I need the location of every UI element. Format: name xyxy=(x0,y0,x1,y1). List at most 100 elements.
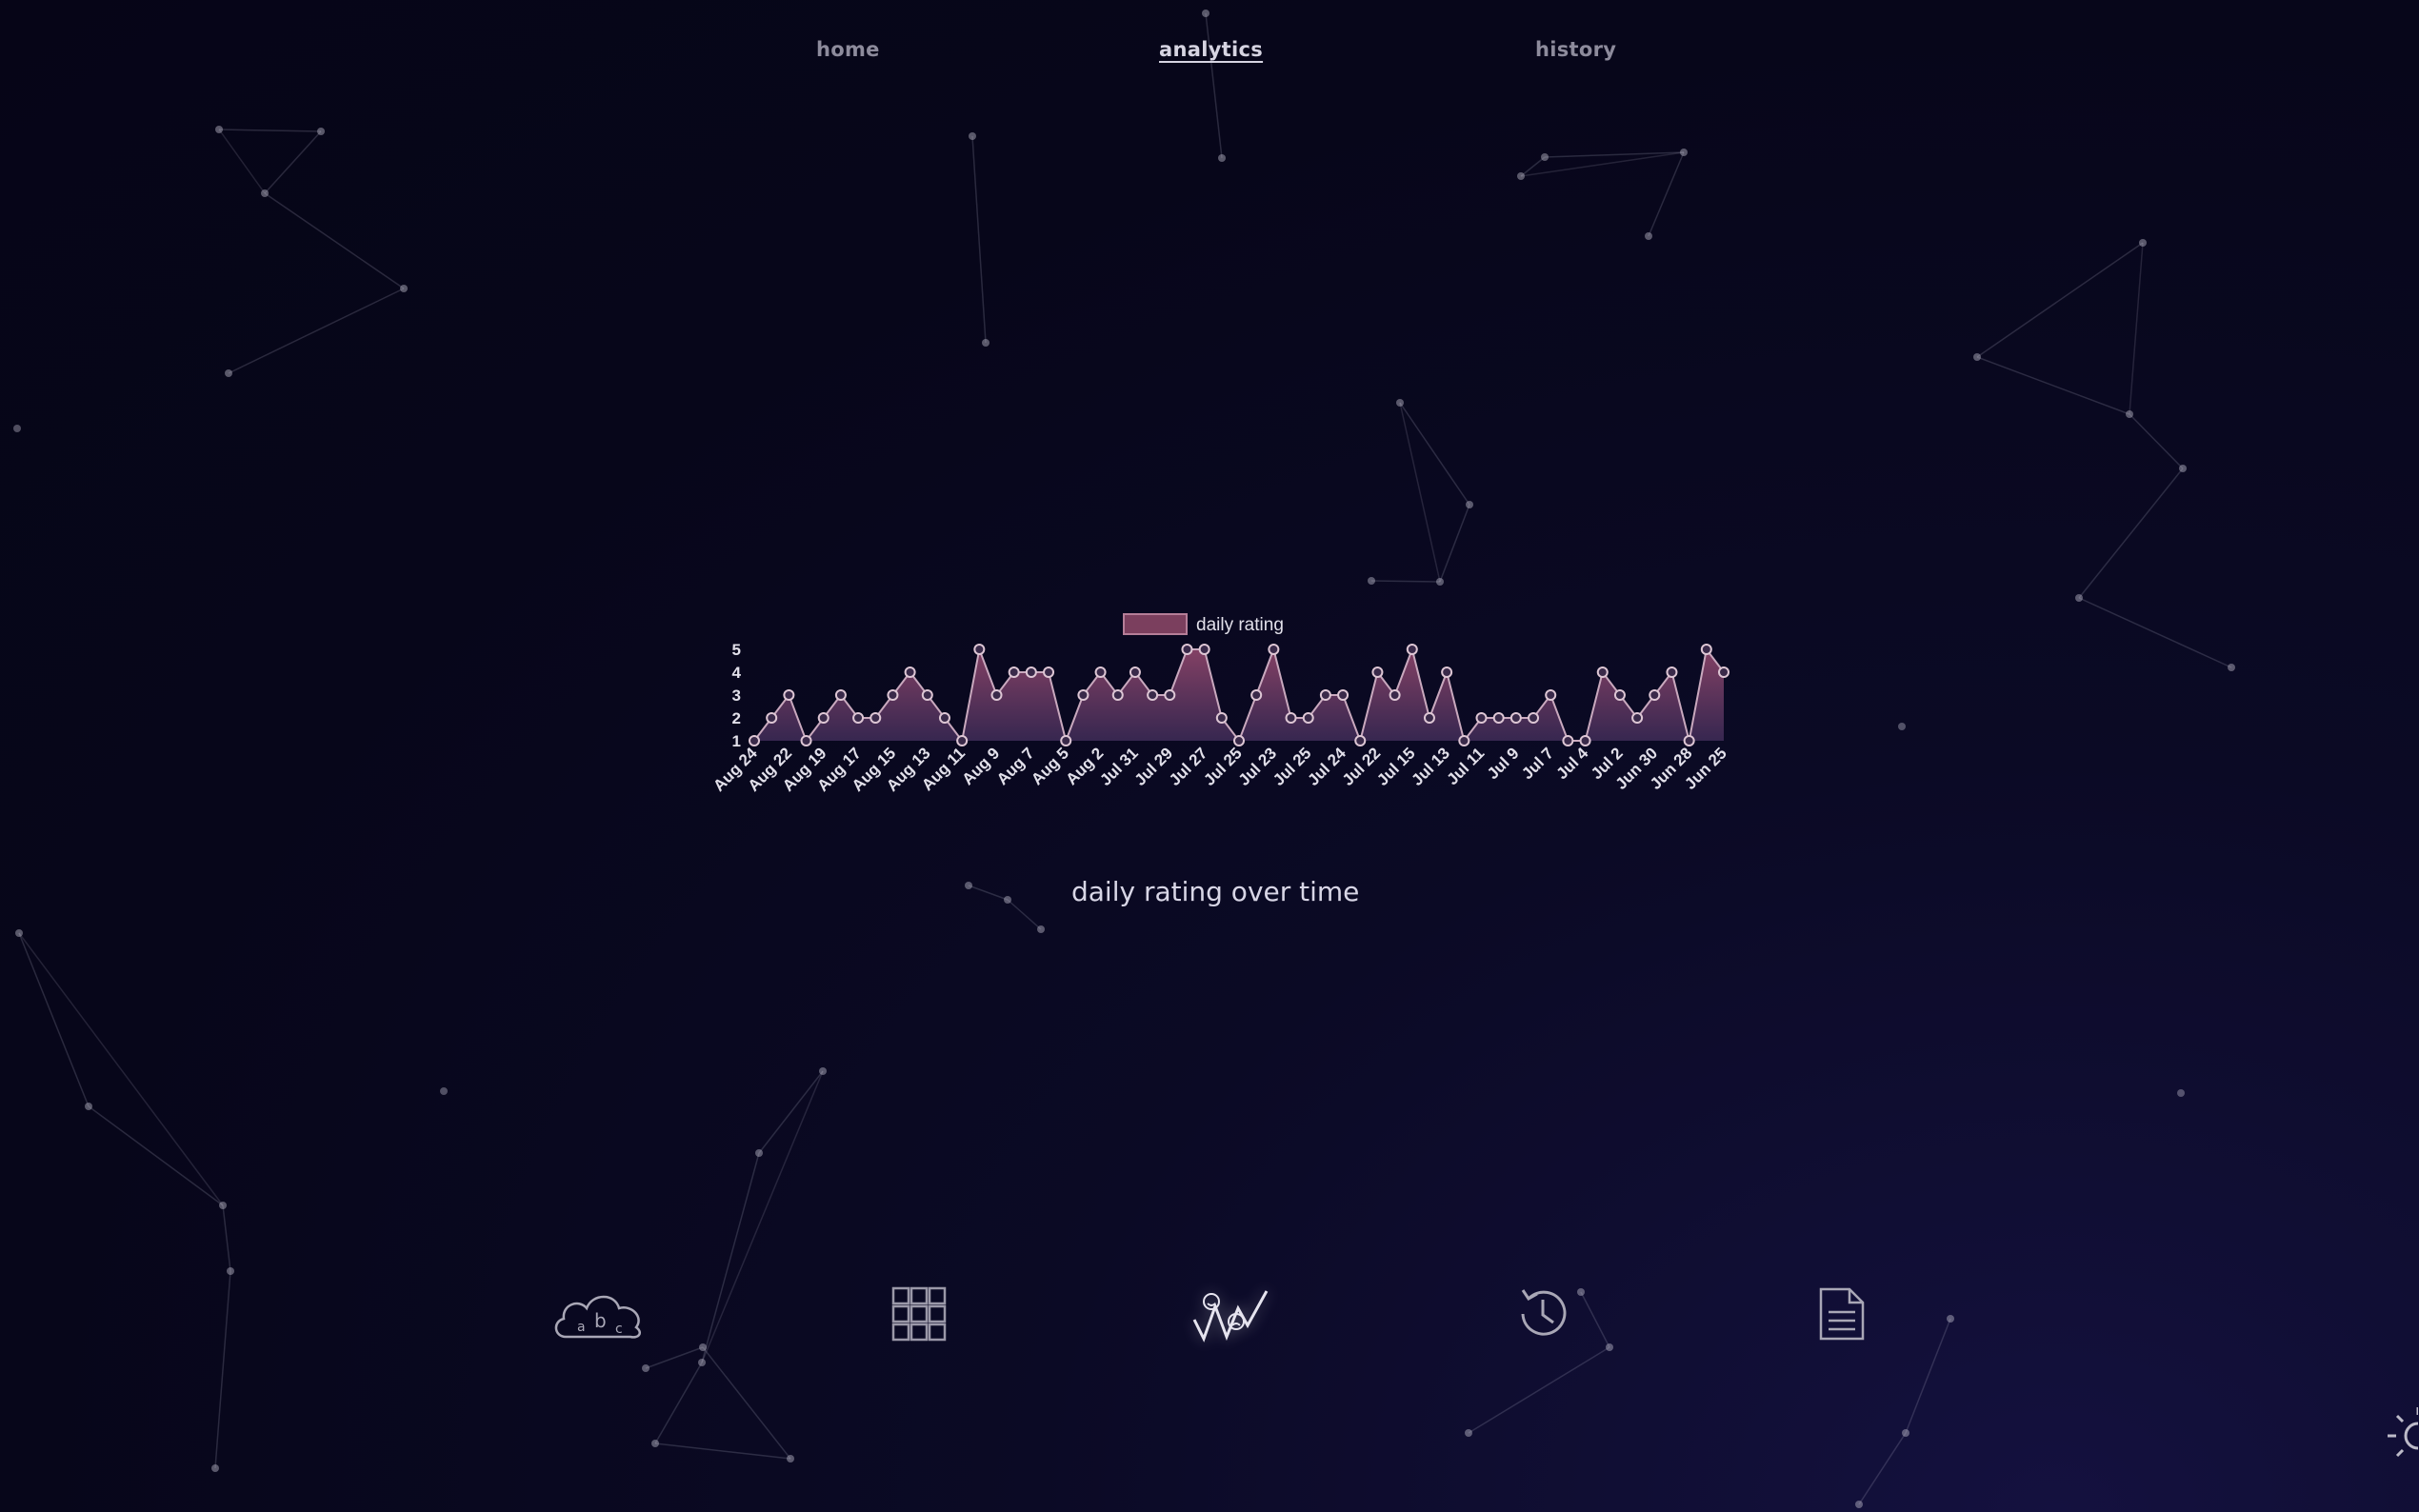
constellation-4 xyxy=(15,929,234,1472)
x-tick-label: Jul 22 xyxy=(1339,744,1385,789)
constellation-line xyxy=(1399,402,1470,506)
constellation-line xyxy=(645,1346,704,1369)
rating-point xyxy=(1302,712,1314,724)
constellation-star xyxy=(787,1455,794,1462)
constellation-star xyxy=(1680,149,1688,156)
document-button[interactable] xyxy=(1794,1276,1889,1352)
constellation-5 xyxy=(642,1067,827,1462)
nav-analytics[interactable]: analytics xyxy=(1159,38,1263,61)
history-button[interactable] xyxy=(1495,1276,1590,1352)
constellation-line xyxy=(971,135,987,344)
constellation-star xyxy=(2075,594,2083,602)
constellation-star xyxy=(13,425,21,432)
rating-point xyxy=(1147,689,1159,701)
constellation-star xyxy=(85,1103,92,1110)
constellation-star xyxy=(699,1343,707,1351)
constellation-line xyxy=(264,192,405,289)
rating-point xyxy=(956,735,969,746)
constellation-star xyxy=(1466,501,1473,508)
rating-point xyxy=(1268,644,1280,655)
constellation-star xyxy=(1396,399,1404,407)
constellation-line xyxy=(701,1152,760,1363)
constellation-10 xyxy=(969,132,990,347)
rating-point xyxy=(1181,644,1193,655)
constellation-line xyxy=(88,1105,224,1206)
y-tick-label: 5 xyxy=(732,641,741,659)
constellation-1 xyxy=(1517,149,1688,240)
constellation-line xyxy=(214,1270,231,1469)
constellation-star xyxy=(1004,896,1011,904)
rating-point xyxy=(1008,666,1020,678)
constellation-star xyxy=(219,1202,227,1209)
constellation-line xyxy=(758,1070,824,1154)
document-icon xyxy=(1819,1287,1865,1341)
constellation-star xyxy=(982,339,990,347)
legend-label: daily rating xyxy=(1196,615,1284,635)
rating-point xyxy=(938,712,950,724)
word-cloud-button[interactable]: a b c xyxy=(550,1276,646,1352)
rating-point xyxy=(1579,735,1591,746)
x-tick-label: Jul 11 xyxy=(1443,744,1488,788)
constellation-star xyxy=(1902,1429,1909,1437)
constellation-line xyxy=(2078,468,2184,599)
x-tick-label: Aug 7 xyxy=(993,744,1038,788)
mood-chart-button[interactable] xyxy=(1183,1276,1278,1352)
grid-button[interactable] xyxy=(871,1276,967,1352)
constellation-line xyxy=(1205,12,1223,159)
constellation-3 xyxy=(1973,239,2235,671)
rating-point xyxy=(1423,712,1435,724)
rating-point xyxy=(1129,666,1141,678)
rating-point xyxy=(800,735,812,746)
constellation-star xyxy=(642,1364,650,1372)
x-tick-label: Jul 7 xyxy=(1518,744,1557,783)
constellation-line xyxy=(701,1070,824,1363)
x-tick-label: Jul 13 xyxy=(1408,744,1453,789)
rating-point xyxy=(887,689,899,701)
rating-point xyxy=(1025,666,1037,678)
x-tick-label: Jul 23 xyxy=(1235,744,1281,789)
x-tick-label: Aug 9 xyxy=(958,744,1003,788)
constellation-line xyxy=(222,1204,231,1272)
sun-icon[interactable] xyxy=(2386,1400,2418,1466)
rating-point xyxy=(870,712,882,724)
rating-point xyxy=(973,644,986,655)
constellation-star xyxy=(215,126,223,133)
rating-point xyxy=(1215,712,1228,724)
constellation-9 xyxy=(1202,10,1226,162)
x-tick-label: Aug 5 xyxy=(1028,744,1072,788)
constellation-star xyxy=(1606,1343,1613,1351)
rating-point xyxy=(1043,666,1055,678)
constellation-star xyxy=(225,369,232,377)
constellation-star xyxy=(2139,239,2147,247)
cloud-letter-a: a xyxy=(577,1320,586,1335)
x-tick-label: Aug 2 xyxy=(1063,744,1108,788)
rating-point xyxy=(1631,712,1644,724)
constellation-line xyxy=(702,1346,791,1460)
x-tick-label: Jul 31 xyxy=(1096,744,1142,789)
constellation-star xyxy=(317,128,325,135)
constellation-star xyxy=(1855,1501,1863,1508)
rating-point xyxy=(852,712,865,724)
nav-home[interactable]: home xyxy=(816,38,880,61)
constellation-line xyxy=(1007,899,1042,930)
constellation-line xyxy=(18,932,224,1206)
constellation-star xyxy=(2126,410,2133,418)
word-cloud-icon: a b c xyxy=(554,1295,641,1339)
rating-point xyxy=(990,689,1003,701)
constellation-line xyxy=(218,129,266,194)
rating-point xyxy=(1492,712,1505,724)
rating-point xyxy=(1389,689,1401,701)
rating-point xyxy=(749,735,760,746)
cloud-letter-b: b xyxy=(594,1309,607,1332)
nav-history[interactable]: history xyxy=(1535,38,1616,61)
constellation-2 xyxy=(1368,399,1473,586)
rating-point xyxy=(1441,666,1453,678)
constellation-line xyxy=(1976,356,2130,415)
constellation-line xyxy=(654,1442,791,1460)
x-tick-label: Jul 27 xyxy=(1166,744,1211,789)
rating-point xyxy=(1077,689,1090,701)
constellation-star xyxy=(969,132,976,140)
constellation-star xyxy=(1037,925,1045,933)
rating-point xyxy=(1700,644,1712,655)
rating-point xyxy=(1562,735,1574,746)
